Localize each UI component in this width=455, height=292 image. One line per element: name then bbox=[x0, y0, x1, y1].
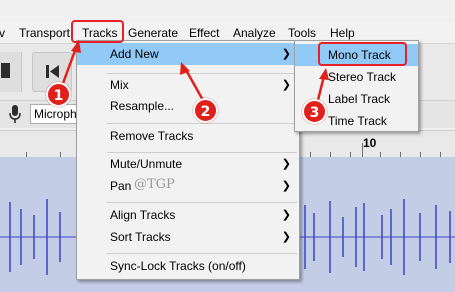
chevron-right-icon: ❯ bbox=[281, 209, 291, 221]
menu-item-stereo-track[interactable]: Stereo Track bbox=[295, 66, 418, 88]
menu-effect[interactable]: Effect bbox=[189, 25, 219, 41]
menu-item-align-tracks[interactable]: Align Tracks ❯ bbox=[77, 204, 299, 226]
watermark: @TGP bbox=[134, 177, 175, 192]
menu-item-sync-lock[interactable]: Sync-Lock Tracks (on/off) bbox=[77, 255, 299, 277]
menu-help[interactable]: Help bbox=[330, 25, 355, 41]
chevron-right-icon: ❯ bbox=[281, 79, 291, 91]
menu-item-resample[interactable]: Resample... bbox=[77, 95, 299, 117]
step-badge-1: 1 bbox=[46, 82, 71, 107]
step-badge-3: 3 bbox=[302, 99, 327, 124]
menu-view[interactable]: v bbox=[0, 25, 5, 41]
menu-analyze[interactable]: Analyze bbox=[233, 25, 276, 41]
chevron-right-icon: ❯ bbox=[281, 48, 291, 60]
tracks-menu-highlight-box bbox=[71, 20, 124, 43]
menu-item-mix[interactable]: Mix ❯ bbox=[77, 74, 299, 96]
menu-item-remove-tracks[interactable]: Remove Tracks bbox=[77, 125, 299, 147]
mono-track-highlight-box bbox=[318, 42, 407, 66]
microphone-icon bbox=[9, 105, 21, 123]
chevron-right-icon: ❯ bbox=[281, 180, 291, 192]
menu-item-add-new[interactable]: Add New ❯ bbox=[77, 43, 299, 65]
menu-generate[interactable]: Generate bbox=[128, 25, 178, 41]
menu-item-mute-unmute[interactable]: Mute/Unmute ❯ bbox=[77, 153, 299, 175]
chevron-right-icon: ❯ bbox=[281, 231, 291, 243]
menu-tools[interactable]: Tools bbox=[288, 25, 316, 41]
chevron-right-icon: ❯ bbox=[281, 158, 291, 170]
menu-transport[interactable]: Transport bbox=[19, 25, 70, 41]
tracks-menu: Add New ❯ Mix ❯ Resample... Remove Track… bbox=[76, 40, 300, 280]
step-badge-2: 2 bbox=[193, 98, 218, 123]
menu-item-sort-tracks[interactable]: Sort Tracks ❯ bbox=[77, 226, 299, 248]
menu-item-pan[interactable]: Pan ❯ bbox=[77, 175, 299, 197]
ruler-time-label: 10 bbox=[363, 136, 377, 150]
stop-icon bbox=[1, 63, 10, 78]
